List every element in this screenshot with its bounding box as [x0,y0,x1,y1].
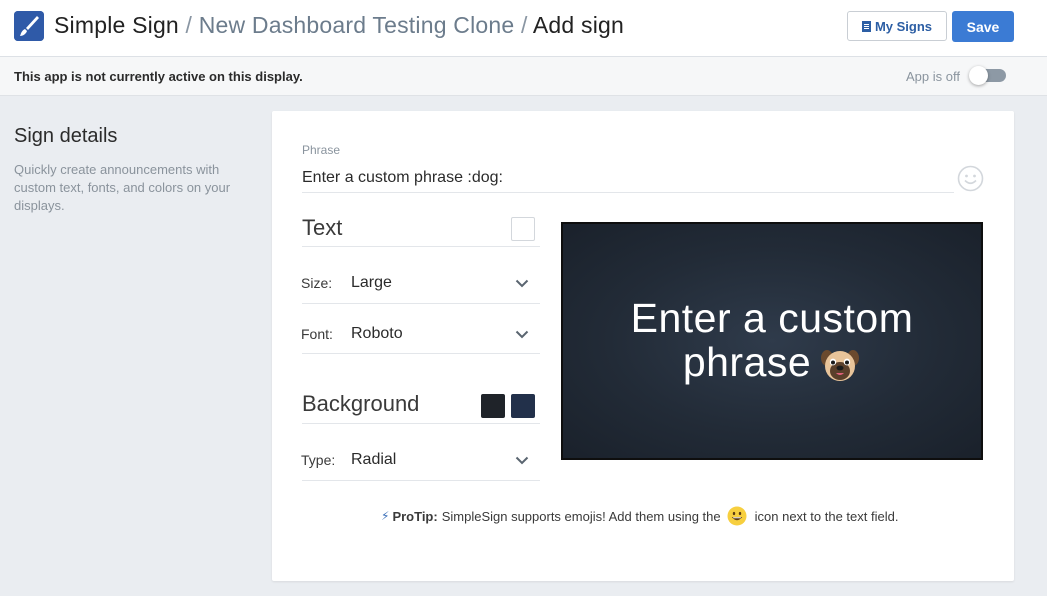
breadcrumb-separator: / [520,12,528,38]
protip: ⚡ ProTip: SimpleSign supports emojis! Ad… [381,506,898,526]
chevron-down-icon[interactable] [515,456,529,465]
sign-details-title: Sign details [14,125,118,147]
divider [302,353,540,354]
text-section-heading: Text [302,215,343,240]
sign-preview: Enter a custom phrase [561,222,983,460]
my-signs-label: My Signs [874,18,933,34]
breadcrumb-app[interactable]: Simple Sign [54,12,179,38]
protip-text-after: icon next to the text field. [754,508,899,524]
smiley-emoji-icon [727,506,747,526]
phrase-label: Phrase [302,143,341,157]
background-color-swatch-1[interactable] [481,394,505,418]
breadcrumb: Simple Sign / New Dashboard Testing Clon… [54,11,624,39]
font-select-value[interactable]: Roboto [351,325,403,343]
document-icon [861,20,871,32]
background-color-swatch-2[interactable] [511,394,535,418]
breadcrumb-parent[interactable]: New Dashboard Testing Clone [199,12,515,38]
page-title: Add sign [532,12,624,38]
chevron-down-icon[interactable] [515,279,529,288]
preview-line-2: phrase [563,340,981,386]
emoji-picker-icon[interactable] [957,165,984,192]
sign-details-description: Quickly create announcements with custom… [14,162,231,213]
app-header: Simple Sign / New Dashboard Testing Clon… [0,0,1047,57]
notice-message: This app is not currently active on this… [14,69,303,84]
type-select-value[interactable]: Radial [351,451,396,469]
paintbrush-logo-icon [14,11,44,41]
font-label: Font: [301,326,333,342]
chevron-down-icon[interactable] [515,330,529,339]
text-color-swatch[interactable] [511,217,535,241]
divider [302,480,540,481]
protip-text-before: SimpleSign supports emojis! Add them usi… [441,508,721,524]
phrase-input[interactable] [302,163,954,193]
background-section-heading: Background [302,391,420,416]
divider [302,246,540,247]
breadcrumb-separator: / [185,12,193,38]
preview-line-1: Enter a custom [630,295,914,341]
lightning-icon: ⚡ [381,509,390,523]
divider [302,423,540,424]
size-label: Size: [301,275,333,291]
dog-emoji-icon [819,344,861,386]
size-select-value[interactable]: Large [351,274,392,292]
save-button[interactable]: Save [952,11,1014,42]
preview-line-2-text: phrase [682,339,812,385]
app-active-toggle[interactable] [969,66,1006,85]
inactive-notice-bar: This app is not currently active on this… [0,57,1047,96]
protip-label: ProTip: [392,508,438,524]
app-toggle-label: App is off [906,69,960,84]
type-label: Type: [301,452,336,468]
divider [302,303,540,304]
preview-text: Enter a custom phrase [563,296,981,386]
toggle-knob [969,66,988,85]
my-signs-button[interactable]: My Signs [847,11,947,41]
